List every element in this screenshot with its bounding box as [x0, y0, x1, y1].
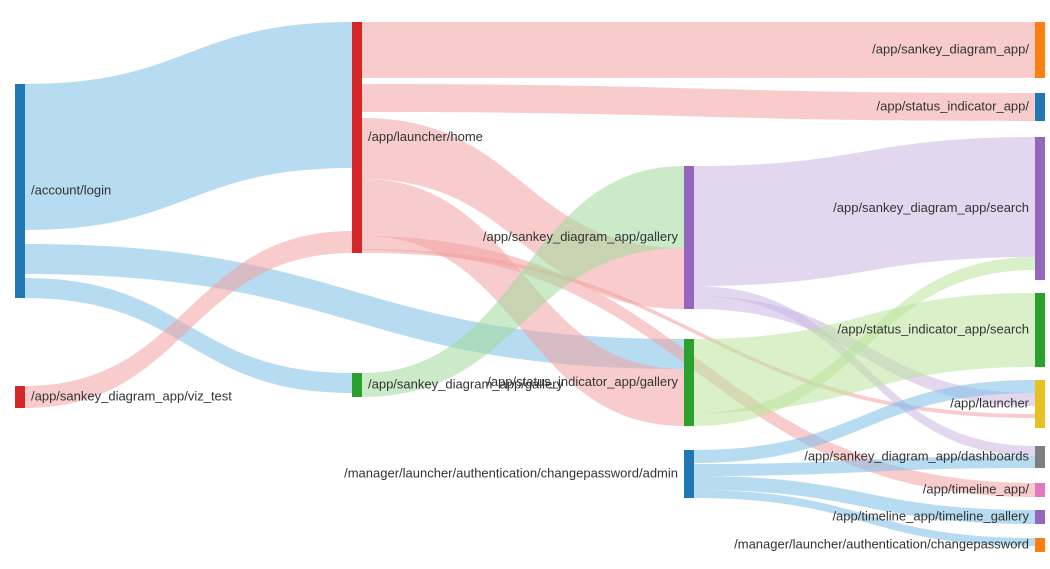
sankey-node-label: /app/launcher	[950, 395, 1029, 410]
sankey-node	[15, 84, 25, 298]
sankey-node	[1035, 380, 1045, 428]
sankey-node	[684, 339, 694, 426]
sankey-node-label: /app/sankey_diagram_app/	[872, 41, 1029, 56]
sankey-node-label: /app/status_indicator_app/search	[837, 321, 1029, 336]
sankey-node	[1035, 137, 1045, 280]
sankey-node	[1035, 483, 1045, 497]
sankey-node-label: /app/sankey_diagram_app/search	[833, 200, 1029, 215]
sankey-chart: /account/login/app/sankey_diagram_app/vi…	[0, 0, 1050, 569]
sankey-node	[352, 22, 362, 253]
sankey-node-label: /manager/launcher/authentication/changep…	[734, 536, 1029, 551]
sankey-node	[1035, 293, 1045, 367]
sankey-link	[25, 22, 352, 230]
sankey-node	[684, 450, 694, 498]
sankey-node-label: /app/timeline_app/timeline_gallery	[832, 508, 1029, 523]
sankey-node-label: /app/sankey_diagram_app/gallery	[483, 229, 679, 244]
sankey-node-label: /app/timeline_app/	[923, 481, 1030, 496]
sankey-node-label: /app/launcher/home	[368, 129, 483, 144]
sankey-node	[352, 373, 362, 397]
sankey-node	[1035, 93, 1045, 121]
sankey-node-label: /account/login	[31, 182, 111, 197]
sankey-node	[1035, 538, 1045, 552]
sankey-node	[1035, 446, 1045, 468]
sankey-node	[684, 166, 694, 309]
sankey-node-label: /app/sankey_diagram_app/viz_test	[31, 388, 232, 403]
sankey-node-label: /app/status_indicator_app/	[877, 98, 1030, 113]
sankey-node	[1035, 510, 1045, 524]
sankey-node	[1035, 22, 1045, 78]
sankey-node-label: /app/status_indicator_app/gallery	[487, 374, 678, 389]
sankey-node	[15, 386, 25, 408]
sankey-node-label: /app/sankey_diagram_app/dashboards	[804, 448, 1029, 463]
sankey-node-label: /manager/launcher/authentication/changep…	[344, 465, 678, 480]
